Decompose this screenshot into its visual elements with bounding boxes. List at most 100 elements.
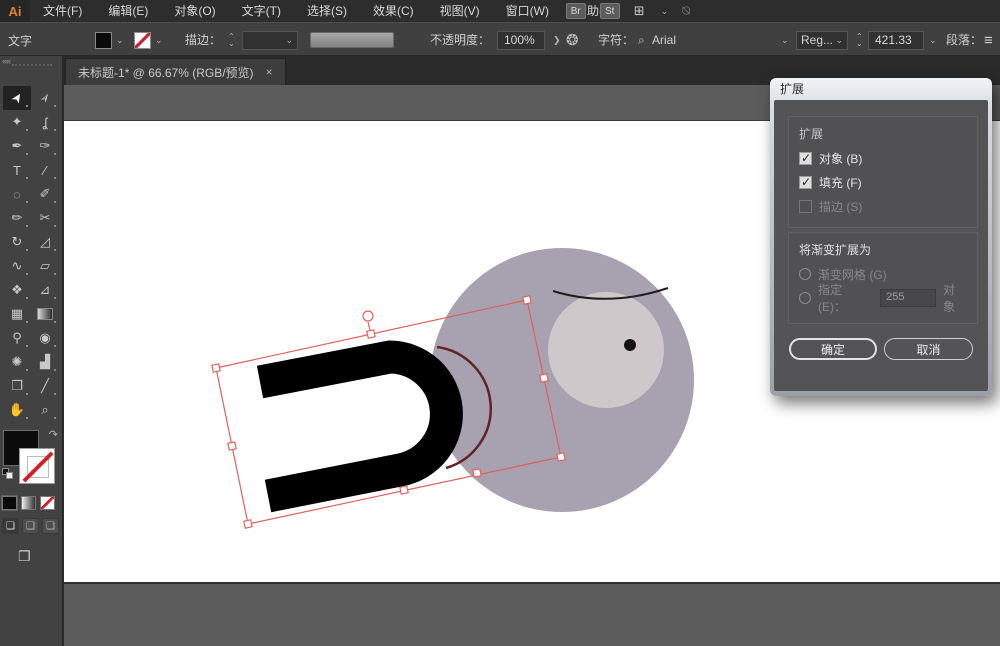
checkbox-row-fill[interactable]: 填充 (F)	[799, 174, 967, 190]
tool-curvature[interactable]: ✑	[31, 134, 59, 158]
stroke-weight-combo[interactable]: ⌄	[242, 23, 298, 57]
tool-pen[interactable]: ✒	[3, 134, 31, 158]
gradient-mesh-radio	[799, 268, 811, 280]
menu-item[interactable]: 文件(F)	[30, 0, 95, 22]
rotation-handle[interactable]	[363, 311, 373, 321]
character-pupil-shape[interactable]	[624, 339, 636, 351]
tool-direct-selection[interactable]: ➢	[31, 86, 59, 110]
menu-item[interactable]: 选择(S)	[294, 0, 360, 22]
panel-collapse-icon[interactable]: ««	[2, 56, 10, 66]
tool-free-transform[interactable]: ▱	[31, 254, 59, 278]
fill-swatch[interactable]	[95, 23, 112, 57]
tool-pencil[interactable]: ✏	[3, 206, 31, 230]
bridge-button[interactable]: Br	[566, 3, 586, 19]
opacity-label[interactable]: 不透明度：	[430, 23, 490, 57]
character-label[interactable]: 字符：	[598, 23, 634, 57]
screen-mode-icon[interactable]: ❐	[18, 548, 31, 565]
menu-item[interactable]: 效果(C)	[360, 0, 427, 22]
document-tab-title: 未标题-1* @ 66.67% (RGB/预览)	[78, 64, 254, 81]
tool-eyedropper[interactable]: ⚲	[3, 326, 31, 350]
document-tab[interactable]: 未标题-1* @ 66.67% (RGB/预览) ×	[65, 58, 286, 85]
font-style-combo[interactable]: Reg...⌄	[796, 23, 848, 57]
tab-close-icon[interactable]: ×	[266, 65, 273, 79]
paragraph-label[interactable]: 段落：	[946, 23, 982, 57]
stroke-proxy-swatch[interactable]	[19, 448, 55, 484]
font-search-icon[interactable]: ⌕	[638, 23, 645, 57]
illustrator-window: Ai 文件(F)编辑(E)对象(O)文字(T)选择(S)效果(C)视图(V)窗口…	[0, 0, 1000, 646]
tool-lasso[interactable]: ʆ	[31, 110, 59, 134]
stroke-checkbox-label: 描边 (S)	[819, 198, 862, 215]
tool-zoom[interactable]: ⌕	[31, 398, 59, 422]
specify-radio	[799, 292, 811, 304]
stroke-none-icon	[134, 32, 151, 49]
fill-checkbox[interactable]	[799, 176, 812, 189]
draw-normal-icon[interactable]: ❏	[2, 518, 19, 534]
menu-item[interactable]: 窗口(W)	[493, 0, 562, 22]
selected-u-shape[interactable]	[260, 357, 446, 496]
tool-graph[interactable]: ▟	[31, 350, 59, 374]
tool-rotate[interactable]: ↻	[3, 230, 31, 254]
combo-chevron-icon: ⌄	[285, 35, 293, 46]
tool-blend[interactable]: ◉	[31, 326, 59, 350]
tool-slice[interactable]: ╱	[31, 374, 59, 398]
tool-selection[interactable]: ➤	[3, 86, 31, 110]
tool-scissors[interactable]: ✂	[31, 206, 59, 230]
default-fill-stroke-icon[interactable]	[2, 468, 14, 480]
stock-button[interactable]: St	[600, 3, 620, 19]
tool-paintbrush[interactable]: ✐	[31, 182, 59, 206]
font-size-chevron-icon[interactable]: ⌄	[929, 23, 937, 57]
width-profile-button[interactable]	[310, 23, 394, 57]
tool-magic-wand[interactable]: ✦	[3, 110, 31, 134]
object-checkbox[interactable]	[799, 152, 812, 165]
workspace-chevron-icon[interactable]: ⌄	[661, 6, 669, 17]
stepper-down-icon[interactable]: ⌄	[228, 40, 235, 47]
menu-item[interactable]: 编辑(E)	[95, 0, 161, 22]
tool-artboard[interactable]: ❐	[3, 374, 31, 398]
checkbox-row-object[interactable]: 对象 (B)	[799, 150, 967, 166]
color-button[interactable]	[2, 496, 17, 510]
tool-gradient[interactable]	[31, 302, 59, 326]
tool-mesh[interactable]: ▦	[3, 302, 31, 326]
font-size-stepper[interactable]: ⌃⌄	[856, 23, 863, 57]
tool-shape-builder[interactable]: ❖	[3, 278, 31, 302]
swap-fill-stroke-icon[interactable]: ↷	[49, 428, 58, 441]
cancel-button[interactable]: 取消	[884, 338, 973, 360]
align-left-icon[interactable]: ≡	[984, 23, 993, 57]
menu-item[interactable]: 文字(T)	[229, 0, 294, 22]
curvature-icon: ✑	[40, 138, 51, 154]
tool-shape[interactable]: ◌	[3, 182, 31, 206]
tool-perspective-grid[interactable]: ⊿	[31, 278, 59, 302]
gradient-button[interactable]	[21, 496, 36, 510]
tool-width[interactable]: ∿	[3, 254, 31, 278]
draw-behind-icon[interactable]: ❏	[22, 518, 39, 534]
stroke-weight-stepper[interactable]: ⌃⌄	[228, 23, 235, 57]
none-button[interactable]	[40, 496, 55, 510]
menu-item[interactable]: 对象(O)	[161, 0, 228, 22]
cc-sync-icon[interactable]: ⍉	[682, 3, 690, 19]
ok-button[interactable]: 确定	[789, 338, 877, 360]
tool-symbol-sprayer[interactable]: ✺	[3, 350, 31, 374]
tool-hand[interactable]: ✋	[3, 398, 31, 422]
stroke-chevron-icon[interactable]: ⌄	[155, 23, 163, 57]
fill-chevron-icon[interactable]: ⌄	[116, 23, 124, 57]
tool-scale[interactable]: ◿	[31, 230, 59, 254]
stroke-swatch[interactable]	[134, 23, 151, 57]
tool-grid: ➤➢✦ʆ✒ ✑ T∕◌✐✏✂↻◿∿▱❖⊿▦⚲◉✺▟❐╱✋⌕	[3, 86, 59, 422]
recolor-artwork-icon[interactable]: ❂	[566, 23, 581, 57]
font-family-chevron-icon[interactable]: ⌄	[781, 23, 789, 57]
dialog-title[interactable]: 扩展	[770, 78, 992, 100]
character-face-shape[interactable]	[548, 292, 664, 408]
tool-line-segment[interactable]: ∕	[31, 158, 59, 182]
draw-inside-icon[interactable]: ❏	[42, 518, 59, 534]
dialog-buttons: 确定 取消	[774, 338, 988, 360]
stroke-weight-label[interactable]: 描边：	[185, 23, 221, 57]
menu-item[interactable]: 视图(V)	[427, 0, 493, 22]
opacity-value[interactable]: 100%	[497, 23, 545, 57]
tool-type[interactable]: T	[3, 158, 31, 182]
font-style-chevron-icon: ⌄	[835, 35, 843, 46]
font-size-value[interactable]: 421.33	[868, 23, 924, 57]
opacity-arrow-icon[interactable]: ❯	[553, 23, 561, 57]
workspace-switcher-icon[interactable]: ⊞	[634, 3, 647, 19]
font-family-combo[interactable]: Arial	[652, 23, 676, 57]
panel-grip[interactable]	[12, 64, 52, 66]
